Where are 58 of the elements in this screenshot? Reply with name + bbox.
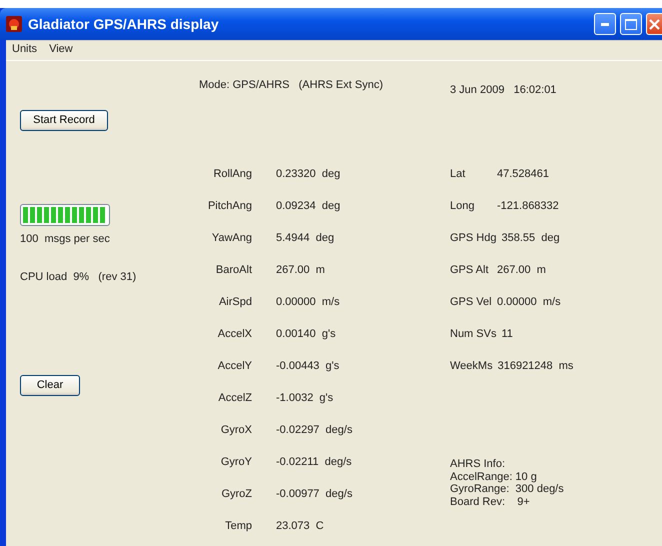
- field-label: YawAng: [210, 232, 252, 245]
- minimize-button[interactable]: [594, 13, 616, 35]
- info-line: AccelRange: 10 g: [450, 470, 538, 484]
- field-label: Temp: [224, 520, 252, 533]
- field-value: 0.00140 g's: [276, 328, 336, 341]
- maximize-icon: [625, 18, 637, 30]
- field-value: -121.868332: [497, 200, 559, 213]
- field-value: 0.00000 m/s: [276, 296, 340, 309]
- field-value: -0.02211 deg/s: [276, 456, 352, 469]
- field-label: Lat: [450, 168, 466, 181]
- field-label: AccelZ: [217, 392, 252, 405]
- clear-button[interactable]: Clear: [20, 374, 80, 396]
- cpu-load-text: CPU load 9% (rev 31): [20, 271, 136, 285]
- menu-item[interactable]: View: [49, 43, 73, 56]
- field-label: AccelY: [216, 360, 252, 373]
- field-value: 23.073 C: [276, 520, 324, 533]
- message-rate-text: 100 msgs per sec: [20, 233, 110, 246]
- close-icon: [649, 18, 660, 30]
- menu-item[interactable]: Units: [12, 43, 38, 56]
- app-icon: [6, 16, 22, 32]
- field-value: 316921248 ms: [498, 360, 574, 373]
- field-value: -0.02297 deg/s: [276, 424, 352, 437]
- field-label: AccelX: [216, 328, 252, 341]
- field-label: AirSpd: [218, 296, 252, 309]
- field-label: GyroZ: [220, 488, 252, 501]
- field-value: -0.00443 g's: [276, 360, 340, 373]
- field-label: GPS Vel: [450, 296, 492, 309]
- field-label: GyroX: [220, 424, 252, 437]
- field-label: Num SVs: [450, 328, 496, 341]
- info-line: GyroRange: 300 deg/s: [450, 483, 565, 496]
- field-value: 358.55 deg: [501, 232, 560, 245]
- field-value: -0.00977 deg/s: [276, 488, 352, 501]
- field-label: GPS Hdg: [450, 232, 496, 245]
- field-value: 47.528461: [497, 168, 549, 181]
- maximize-button[interactable]: [620, 13, 642, 35]
- field-label: Long: [450, 200, 476, 213]
- date-time: 3 Jun 2009 16:02:01: [450, 84, 556, 96]
- info-line: AHRS Info:: [450, 458, 506, 471]
- field-label: PitchAng: [206, 200, 252, 213]
- field-label: GPS Alt: [450, 264, 490, 277]
- field-label: GyroY: [220, 456, 252, 469]
- field-value: 0.09234 deg: [276, 200, 340, 213]
- minimize-icon: [601, 22, 609, 26]
- field-value: 267.00 m: [276, 264, 325, 277]
- field-value: 11: [501, 328, 513, 341]
- field-value: 0.23320 deg: [276, 168, 340, 181]
- field-label: BaroAlt: [214, 264, 252, 277]
- field-value: 0.00000 m/s: [497, 296, 561, 309]
- field-value: 5.4944 deg: [276, 232, 334, 245]
- mode-text: Mode: GPS/AHRS (AHRS Ext Sync): [199, 79, 383, 92]
- field-value: 267.00 m: [497, 264, 546, 277]
- field-label: WeekMs: [450, 360, 493, 373]
- field-value: -1.0032 g's: [276, 392, 334, 405]
- field-label: RollAng: [212, 168, 252, 181]
- window-title: Gladiator GPS/AHRS display: [28, 16, 219, 32]
- close-button[interactable]: [646, 13, 662, 35]
- info-line: Board Rev: 9+: [450, 496, 531, 508]
- start-record-button[interactable]: Start Record: [20, 110, 108, 132]
